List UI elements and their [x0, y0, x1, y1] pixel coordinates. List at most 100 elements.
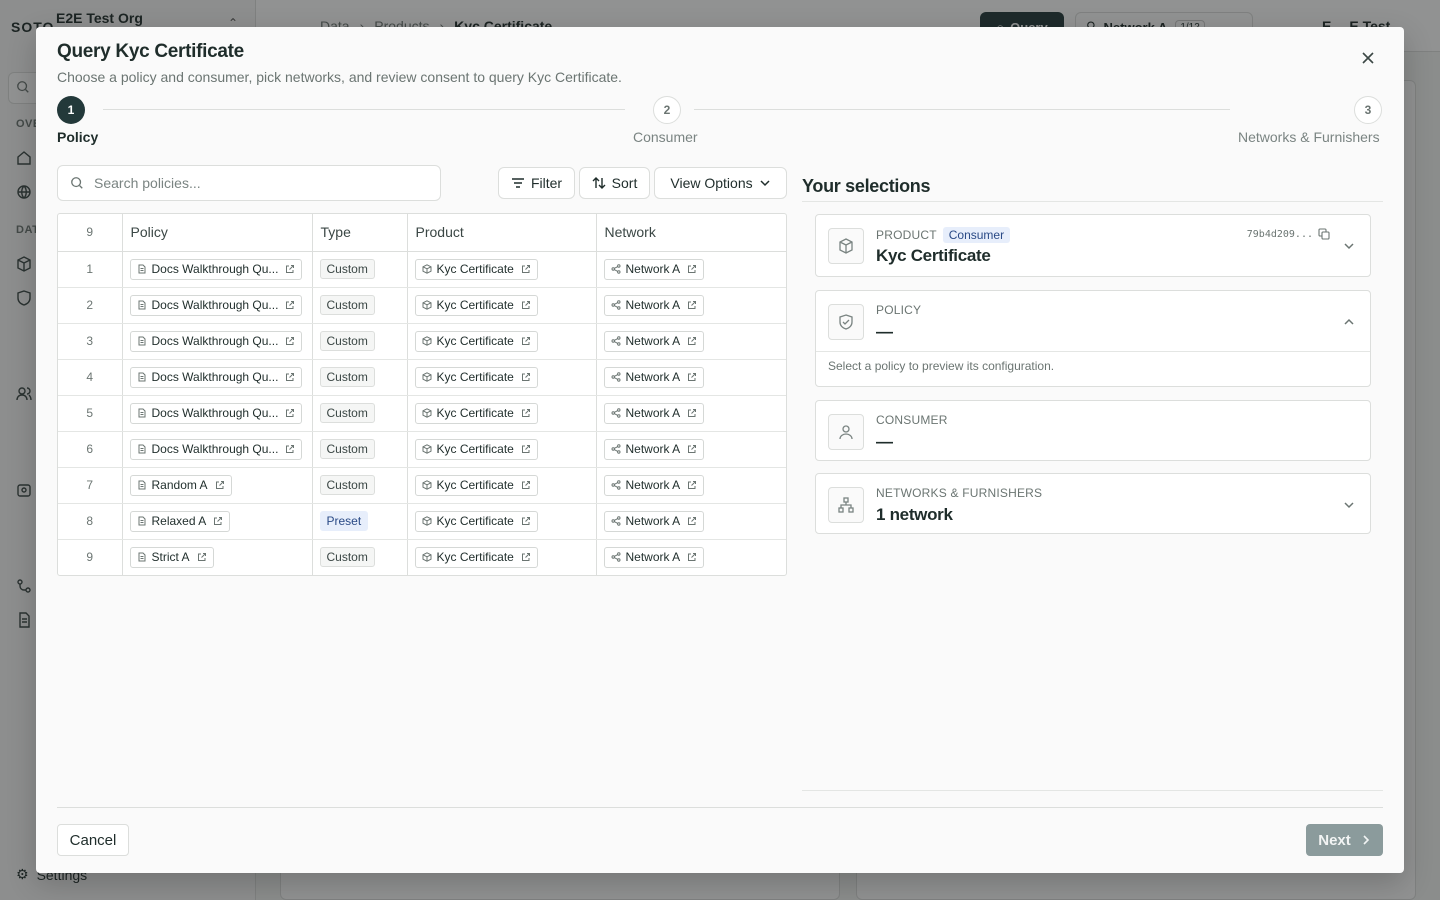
- external-link-icon[interactable]: [687, 408, 697, 418]
- policy-link[interactable]: Relaxed A: [129, 510, 231, 532]
- table-row[interactable]: 7 Random A Custom Kyc Certificate Network A: [58, 467, 786, 504]
- product-link[interactable]: Kyc Certificate: [414, 546, 538, 568]
- external-link-icon[interactable]: [521, 408, 531, 418]
- external-link-icon[interactable]: [215, 480, 225, 490]
- share-nodes-icon: [611, 516, 621, 526]
- external-link-icon[interactable]: [285, 336, 295, 346]
- step-1-label[interactable]: Policy: [57, 129, 98, 145]
- next-button[interactable]: Next: [1306, 824, 1383, 856]
- product-link[interactable]: Kyc Certificate: [414, 510, 538, 532]
- network-link[interactable]: Network A: [603, 402, 705, 424]
- document-icon: [138, 444, 145, 454]
- table-row[interactable]: 3 Docs Walkthrough Qu... Custom Kyc Certifi…: [58, 323, 786, 360]
- network-link[interactable]: Network A: [603, 294, 705, 316]
- column-header-product[interactable]: Product: [407, 214, 597, 252]
- selection-card-product[interactable]: PRODUCT Consumer Kyc Certificate 79b4d20…: [815, 214, 1371, 277]
- policy-link[interactable]: Docs Walkthrough Qu...: [129, 330, 303, 352]
- network-link[interactable]: Network A: [603, 546, 705, 568]
- column-header-policy[interactable]: Policy: [122, 214, 313, 252]
- filter-button[interactable]: Filter: [498, 167, 575, 199]
- product-link[interactable]: Kyc Certificate: [414, 330, 538, 352]
- product-link[interactable]: Kyc Certificate: [414, 294, 538, 316]
- external-link-icon[interactable]: [285, 300, 295, 310]
- policy-search-input[interactable]: [94, 175, 414, 191]
- table-row[interactable]: 2 Docs Walkthrough Qu... Custom Kyc Certifi…: [58, 287, 786, 324]
- network-link[interactable]: Network A: [603, 366, 705, 388]
- policy-link[interactable]: Strict A: [129, 546, 214, 568]
- consumer-label-row: CONSUMER: [876, 413, 948, 427]
- policy-search[interactable]: [57, 165, 441, 201]
- product-link[interactable]: Kyc Certificate: [414, 258, 538, 280]
- external-link-icon[interactable]: [285, 444, 295, 454]
- policy-link[interactable]: Docs Walkthrough Qu...: [129, 402, 303, 424]
- policies-table: 9 Policy Type Product Network 1 Docs Walk…: [57, 213, 787, 576]
- policy-link[interactable]: Docs Walkthrough Qu...: [129, 258, 303, 280]
- cancel-button[interactable]: Cancel: [57, 824, 129, 856]
- external-link-icon[interactable]: [521, 372, 531, 382]
- external-link-icon[interactable]: [687, 336, 697, 346]
- external-link-icon[interactable]: [521, 264, 531, 274]
- external-link-icon[interactable]: [521, 444, 531, 454]
- external-link-icon[interactable]: [687, 480, 697, 490]
- external-link-icon[interactable]: [687, 444, 697, 454]
- external-link-icon[interactable]: [687, 552, 697, 562]
- step-2-circle[interactable]: 2: [653, 96, 681, 124]
- external-link-icon[interactable]: [521, 300, 531, 310]
- table-row[interactable]: 9 Strict A Custom Kyc Certificate Network A: [58, 539, 786, 575]
- external-link-icon[interactable]: [521, 336, 531, 346]
- table-row[interactable]: 4 Docs Walkthrough Qu... Custom Kyc Certifi…: [58, 359, 786, 396]
- step-1-circle[interactable]: 1: [57, 96, 85, 124]
- policy-link[interactable]: Docs Walkthrough Qu...: [129, 294, 303, 316]
- table-row[interactable]: 6 Docs Walkthrough Qu... Custom Kyc Certifi…: [58, 431, 786, 468]
- external-link-icon[interactable]: [285, 408, 295, 418]
- external-link-icon[interactable]: [521, 516, 531, 526]
- close-button[interactable]: [1358, 48, 1378, 68]
- table-row[interactable]: 1 Docs Walkthrough Qu... Custom Kyc Certifi…: [58, 251, 786, 288]
- product-link[interactable]: Kyc Certificate: [414, 474, 538, 496]
- external-link-icon[interactable]: [521, 552, 531, 562]
- column-header-network[interactable]: Network: [596, 214, 786, 252]
- sort-button[interactable]: Sort: [579, 167, 650, 199]
- external-link-icon[interactable]: [687, 372, 697, 382]
- network-cell: Network A: [596, 503, 786, 540]
- external-link-icon[interactable]: [213, 516, 223, 526]
- chevron-down-icon[interactable]: [1342, 239, 1356, 253]
- policy-link[interactable]: Docs Walkthrough Qu...: [129, 366, 303, 388]
- external-link-icon[interactable]: [197, 552, 207, 562]
- external-link-icon[interactable]: [687, 264, 697, 274]
- view-options-button[interactable]: View Options: [654, 167, 787, 199]
- selection-card-policy[interactable]: POLICY — Select a policy to preview its …: [815, 290, 1371, 387]
- copy-icon[interactable]: [1318, 228, 1330, 240]
- table-row[interactable]: 8 Relaxed A Preset Kyc Certificate Network A: [58, 503, 786, 540]
- selection-card-consumer[interactable]: CONSUMER —: [815, 400, 1371, 461]
- product-link[interactable]: Kyc Certificate: [414, 438, 538, 460]
- product-name: Kyc Certificate: [436, 478, 514, 492]
- product-value: Kyc Certificate: [876, 246, 991, 265]
- box-icon: [422, 552, 431, 563]
- network-link[interactable]: Network A: [603, 330, 705, 352]
- document-icon: [138, 336, 145, 346]
- step-3-circle[interactable]: 3: [1354, 96, 1382, 124]
- product-link[interactable]: Kyc Certificate: [414, 366, 538, 388]
- column-header-type[interactable]: Type: [312, 214, 408, 252]
- external-link-icon[interactable]: [521, 480, 531, 490]
- step-2-label[interactable]: Consumer: [633, 129, 698, 145]
- network-link[interactable]: Network A: [603, 438, 705, 460]
- network-link[interactable]: Network A: [603, 474, 705, 496]
- policy-link[interactable]: Docs Walkthrough Qu...: [129, 438, 303, 460]
- chevron-down-icon[interactable]: [1342, 498, 1356, 512]
- network-link[interactable]: Network A: [603, 258, 705, 280]
- network-link[interactable]: Network A: [603, 510, 705, 532]
- external-link-icon[interactable]: [285, 264, 295, 274]
- chevron-up-icon[interactable]: [1342, 315, 1356, 329]
- network-name: Network A: [625, 478, 681, 492]
- table-row[interactable]: 5 Docs Walkthrough Qu... Custom Kyc Certifi…: [58, 395, 786, 432]
- policy-link[interactable]: Random A: [129, 474, 232, 496]
- networks-label-row: NETWORKS & FURNISHERS: [876, 486, 1042, 500]
- step-3-label[interactable]: Networks & Furnishers: [1238, 129, 1380, 145]
- external-link-icon[interactable]: [687, 516, 697, 526]
- external-link-icon[interactable]: [687, 300, 697, 310]
- selection-card-networks[interactable]: NETWORKS & FURNISHERS 1 network: [815, 473, 1371, 534]
- external-link-icon[interactable]: [285, 372, 295, 382]
- product-link[interactable]: Kyc Certificate: [414, 402, 538, 424]
